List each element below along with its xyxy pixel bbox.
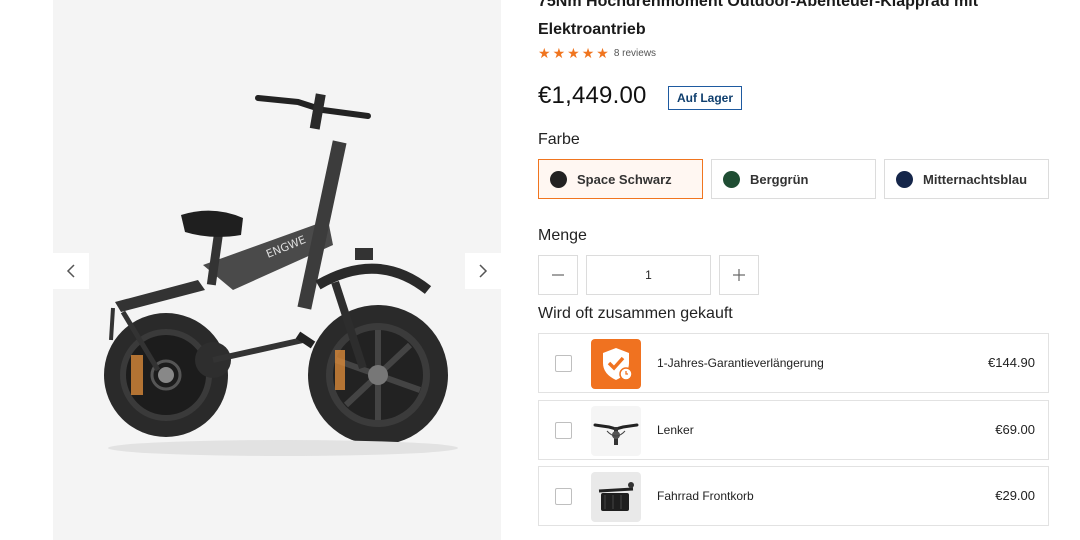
star-icon: ★ — [581, 45, 595, 61]
color-option-label: Space Schwarz — [577, 171, 672, 187]
product-image-gallery: ENGWE — [53, 0, 501, 540]
color-option-label: Mitternachtsblau — [923, 171, 1028, 187]
bundle-item-name: 1-Jahres-Garantieverlängerung — [657, 356, 824, 370]
product-title: 75Nm Hochdrehmoment Outdoor-Abenteuer-Kl… — [538, 0, 979, 38]
bundle-item-price: €144.90 — [988, 355, 1035, 370]
product-rating[interactable]: ★ ★ ★ ★ ★ 8 reviews — [538, 46, 656, 60]
quantity-label: Menge — [538, 227, 587, 244]
chevron-right-icon — [479, 264, 488, 278]
color-dot — [550, 170, 567, 188]
review-count[interactable]: 8 reviews — [614, 48, 656, 59]
gallery-next-button[interactable] — [465, 253, 501, 289]
star-icon: ★ — [552, 45, 566, 61]
front-basket-icon — [598, 482, 634, 511]
color-options: Space Schwarz Berggrün Mitternachtsblau — [538, 159, 1049, 199]
warranty-shield-icon — [603, 348, 633, 381]
color-option-berggruen[interactable]: Berggrün — [711, 159, 876, 199]
color-option-mitternachtsblau[interactable]: Mitternachtsblau — [884, 159, 1049, 199]
ebike-product-image: ENGWE — [104, 93, 458, 456]
quantity-stepper — [538, 255, 759, 295]
bundle-item-thumbnail — [591, 406, 641, 456]
color-option-space-schwarz[interactable]: Space Schwarz — [538, 159, 703, 199]
bundle-item-price: €29.00 — [995, 488, 1035, 503]
bundle-item: Lenker €69.00 — [538, 400, 1049, 460]
star-icon: ★ — [538, 45, 551, 61]
bundle-item-checkbox[interactable] — [555, 422, 572, 439]
product-price: €1,449.00 — [538, 82, 647, 109]
bundle-item-name: Lenker — [657, 423, 694, 437]
bundle-item-checkbox[interactable] — [555, 488, 572, 505]
bundle-item-thumbnail — [591, 472, 641, 522]
front-wheel — [308, 305, 448, 445]
bundle-heading: Wird oft zusammen gekauft — [538, 305, 733, 322]
plus-icon — [733, 269, 745, 281]
gallery-prev-button[interactable] — [53, 253, 89, 289]
bundle-item: Fahrrad Frontkorb €29.00 — [538, 466, 1049, 526]
color-dot — [723, 170, 740, 188]
stock-badge: Auf Lager — [668, 86, 743, 110]
bundle-item: 1-Jahres-Garantieverlängerung €144.90 — [538, 333, 1049, 393]
color-label: Farbe — [538, 131, 580, 148]
quantity-increase-button[interactable] — [719, 255, 759, 295]
bundle-item-name: Fahrrad Frontkorb — [657, 489, 754, 503]
quantity-decrease-button[interactable] — [538, 255, 578, 295]
bundle-item-checkbox[interactable] — [555, 355, 572, 372]
chevron-left-icon — [66, 264, 75, 278]
bundle-item-price: €69.00 — [995, 422, 1035, 437]
star-icon: ★ — [567, 45, 580, 61]
bundle-item-thumbnail — [591, 339, 641, 389]
star-icon: ★ — [596, 45, 609, 61]
color-dot — [896, 170, 913, 188]
color-option-label: Berggrün — [750, 171, 809, 187]
handlebar-icon — [593, 423, 639, 445]
quantity-input[interactable] — [586, 255, 711, 295]
minus-icon — [552, 274, 564, 276]
